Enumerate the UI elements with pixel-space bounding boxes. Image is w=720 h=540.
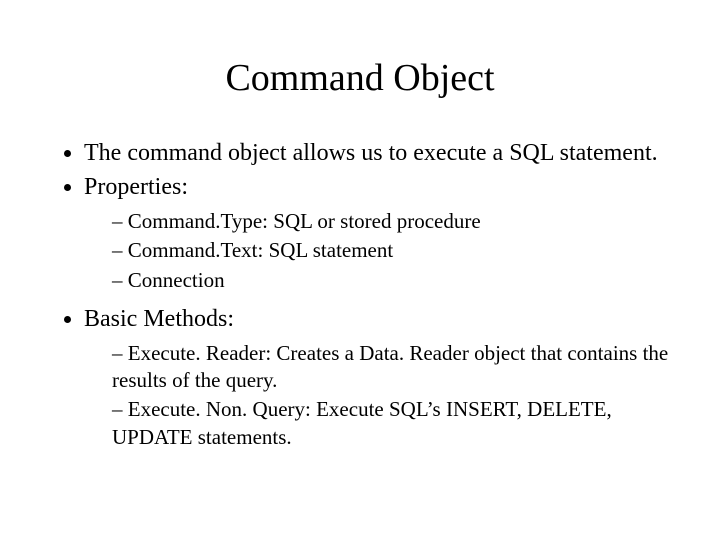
sub-bullet-item: Connection [112,267,672,294]
sub-bullet-item: Execute. Reader: Creates a Data. Reader … [112,340,672,395]
bullet-text: Properties: [84,174,188,200]
bullet-list: The command object allows us to execute … [48,138,672,451]
bullet-item: The command object allows us to execute … [84,138,672,168]
sub-bullet-item: Execute. Non. Query: Execute SQL’s INSER… [112,396,672,451]
bullet-text: Basic Methods: [84,306,234,332]
slide: Command Object The command object allows… [0,0,720,540]
sub-bullet-item: Command.Type: SQL or stored procedure [112,208,672,235]
bullet-item: Basic Methods: Execute. Reader: Creates … [84,304,672,451]
sub-bullet-list: Command.Type: SQL or stored procedure Co… [84,208,672,294]
sub-bullet-item: Command.Text: SQL statement [112,237,672,264]
slide-title: Command Object [48,56,672,100]
sub-bullet-list: Execute. Reader: Creates a Data. Reader … [84,340,672,451]
bullet-item: Properties: Command.Type: SQL or stored … [84,172,672,294]
